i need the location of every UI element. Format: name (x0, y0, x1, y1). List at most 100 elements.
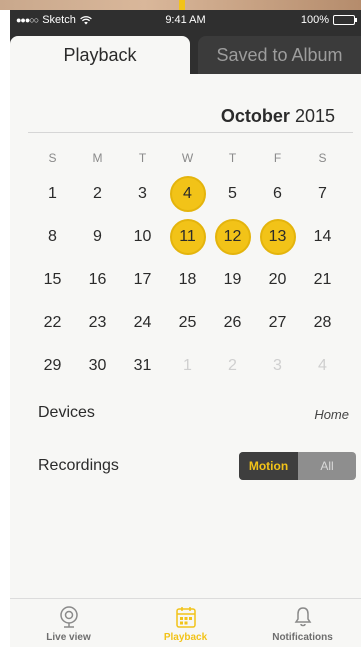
tab-playback-label: Playback (63, 44, 137, 65)
calendar-day-next-month: 4 (300, 344, 345, 387)
day-number: 19 (223, 270, 242, 288)
calendar-day-with-recordings[interactable]: 4 (165, 172, 210, 215)
calendar-day[interactable]: 2 (75, 172, 120, 215)
day-number: 14 (313, 227, 332, 245)
day-number: 4 (169, 175, 206, 212)
calendar-week-row: 29 30 31 1 2 3 4 (30, 344, 345, 387)
day-number: 17 (133, 270, 152, 288)
calendar-day[interactable]: 22 (30, 301, 75, 344)
calendar-day-with-recordings[interactable]: 11 (165, 215, 210, 258)
tab-playback[interactable]: Playback (10, 36, 190, 74)
carrier-name: Sketch (42, 14, 76, 26)
battery-percent: 100% (300, 14, 329, 26)
weekday-label: T (138, 151, 147, 165)
webcam-icon (59, 606, 78, 628)
month-name: October (220, 106, 290, 126)
all-filter-button[interactable]: All (298, 452, 356, 480)
status-bar: ●●●○○ Sketch 9:41 AM 100% (10, 10, 361, 30)
calendar-day[interactable]: 3 (120, 172, 165, 215)
day-number: 25 (178, 313, 197, 331)
calendar-day[interactable]: 1 (30, 172, 75, 215)
day-number: 28 (313, 313, 332, 331)
calendar-day[interactable]: 5 (210, 172, 255, 215)
devices-selector[interactable]: Home (314, 407, 349, 422)
nav-live-view-label: Live view (46, 632, 91, 643)
calendar-day[interactable]: 8 (30, 215, 75, 258)
calendar-day[interactable]: 16 (75, 258, 120, 301)
day-number: 2 (93, 184, 102, 202)
signal-strength-icon: ●●●○○ (16, 15, 39, 25)
day-number: 31 (133, 356, 152, 374)
calendar-day[interactable]: 19 (210, 258, 255, 301)
day-number: 16 (88, 270, 107, 288)
bottom-nav: Live view Playback Notifications (10, 598, 361, 647)
calendar-day-next-month: 1 (165, 344, 210, 387)
day-number: 21 (313, 270, 332, 288)
day-number: 24 (133, 313, 152, 331)
calendar-grid: 1 2 3 4 5 6 7 8 9 10 11 12 13 14 15 16 17 18 19 20 21 22 23 24 2… (30, 172, 345, 387)
battery-icon (333, 15, 357, 25)
tabs-bar: Playback Saved to Album (10, 30, 361, 74)
calendar-day[interactable]: 23 (75, 301, 120, 344)
day-number: 18 (178, 270, 197, 288)
nav-notifications[interactable]: Notifications (244, 599, 361, 647)
wifi-icon (80, 15, 92, 24)
calendar-day[interactable]: 9 (75, 215, 120, 258)
day-number: 13 (259, 218, 296, 255)
calendar-day[interactable]: 6 (255, 172, 300, 215)
calendar-day[interactable]: 26 (210, 301, 255, 344)
day-number: 5 (228, 184, 237, 202)
nav-playback[interactable]: Playback (127, 599, 244, 647)
day-number: 27 (268, 313, 287, 331)
calendar-day-with-recordings[interactable]: 13 (255, 215, 300, 258)
day-number: 26 (223, 313, 242, 331)
photo-background-strip (0, 0, 361, 10)
calendar-day[interactable]: 29 (30, 344, 75, 387)
day-number: 11 (169, 218, 206, 255)
calendar-day[interactable]: 21 (300, 258, 345, 301)
day-number: 4 (318, 356, 327, 374)
calendar-day[interactable]: 20 (255, 258, 300, 301)
nav-live-view[interactable]: Live view (10, 599, 127, 647)
day-number: 29 (43, 356, 62, 374)
weekday-header: S M T W T F S (30, 151, 345, 165)
divider (28, 132, 353, 133)
calendar-day[interactable]: 10 (120, 215, 165, 258)
calendar-day[interactable]: 7 (300, 172, 345, 215)
year: 2015 (294, 106, 335, 126)
recordings-label: Recordings (38, 457, 119, 474)
calendar-day[interactable]: 14 (300, 215, 345, 258)
weekday-label: S (48, 151, 57, 165)
recordings-filter: Motion All (239, 452, 356, 480)
calendar-day[interactable]: 15 (30, 258, 75, 301)
background-accent (179, 0, 185, 10)
calendar-week-row: 8 9 10 11 12 13 14 (30, 215, 345, 258)
day-number: 20 (268, 270, 287, 288)
calendar-day-next-month: 3 (255, 344, 300, 387)
bell-icon (294, 607, 311, 627)
motion-filter-button[interactable]: Motion (239, 452, 298, 480)
day-number: 12 (214, 218, 251, 255)
calendar-day[interactable]: 25 (165, 301, 210, 344)
calendar-day[interactable]: 27 (255, 301, 300, 344)
calendar-day-next-month: 2 (210, 344, 255, 387)
day-number: 8 (48, 227, 57, 245)
calendar-day[interactable]: 30 (75, 344, 120, 387)
tab-saved-to-album[interactable]: Saved to Album (198, 36, 361, 74)
calendar-day[interactable]: 31 (120, 344, 165, 387)
day-number: 6 (273, 184, 282, 202)
day-number: 10 (133, 227, 152, 245)
calendar-day[interactable]: 28 (300, 301, 345, 344)
weekday-label: W (181, 151, 194, 165)
day-number: 3 (138, 184, 147, 202)
day-number: 15 (43, 270, 62, 288)
calendar-day[interactable]: 24 (120, 301, 165, 344)
calendar-day[interactable]: 18 (165, 258, 210, 301)
tab-saved-label: Saved to Album (216, 44, 343, 65)
calendar-week-row: 15 16 17 18 19 20 21 (30, 258, 345, 301)
calendar-day-with-recordings[interactable]: 12 (210, 215, 255, 258)
day-number: 23 (88, 313, 107, 331)
app-screen: Playback Saved to Album October 2015 S M… (10, 30, 361, 647)
calendar-day[interactable]: 17 (120, 258, 165, 301)
calendar-week-row: 22 23 24 25 26 27 28 (30, 301, 345, 344)
